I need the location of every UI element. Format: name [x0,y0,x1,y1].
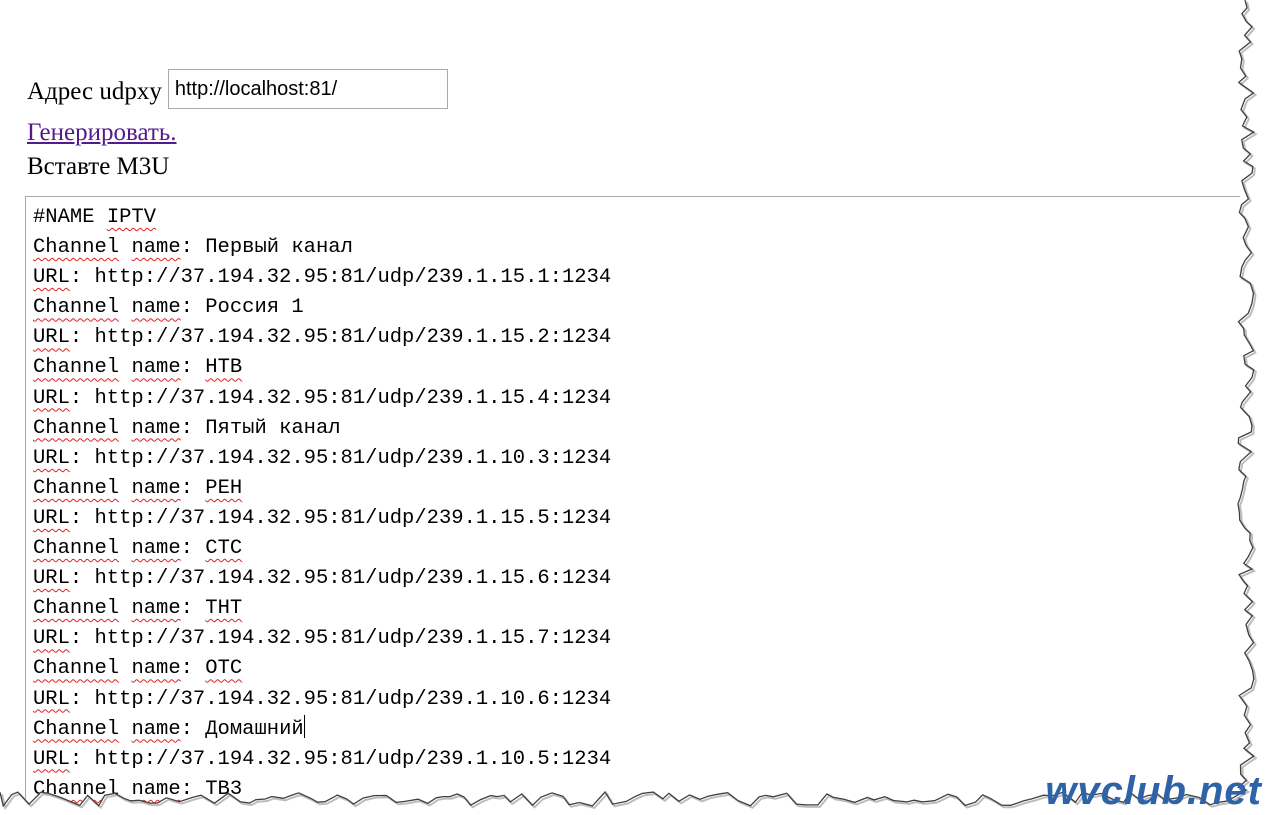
misspelled-word: name [131,657,181,681]
misspelled-word: URL [33,266,70,290]
m3u-text: : http://37.194.32.95:81/udp/239.1.15.6:… [69,567,612,591]
m3u-text: : [180,476,206,500]
m3u-text [95,206,107,229]
m3u-text: : [180,597,206,621]
m3u-line: #NAME IPTV [33,203,1240,233]
m3u-text: : Россия 1 [180,296,304,320]
misspelled-word: name [131,296,181,320]
misspelled-word: Channel [33,717,120,741]
m3u-text [119,657,131,680]
misspelled-word: URL [33,747,70,771]
m3u-text: : [180,356,206,380]
misspelled-word: Channel [33,236,120,260]
misspelled-word: Channel [33,597,120,621]
m3u-text [119,417,131,440]
m3u-text: : Первый канал [180,236,353,260]
misspelled-word: name [131,356,181,380]
m3u-line: URL: http://37.194.32.95:81/udp/239.1.15… [33,504,1240,534]
m3u-text [119,477,131,500]
misspelled-word: name [131,597,181,621]
misspelled-word: Channel [33,657,120,681]
misspelled-word: Channel [33,296,120,320]
m3u-line: Channel name: Домашний [33,714,1240,745]
misspelled-word: URL [33,446,70,470]
m3u-text [119,718,131,741]
misspelled-word: Channel [33,777,120,801]
misspelled-word: ОТС [205,657,243,681]
m3u-text: : http://37.194.32.95:81/udp/239.1.15.4:… [69,386,612,410]
misspelled-word: name [131,537,181,561]
misspelled-word: name [131,777,181,801]
m3u-text: : Пятый канал [180,416,341,440]
misspelled-word: name [131,476,181,500]
m3u-text [119,296,131,319]
m3u-line: Channel name: СТС [33,534,1240,564]
misspelled-word: Channel [33,356,120,380]
address-row: Адрес udpxy [27,66,448,112]
m3u-line: Channel name: Первый канал [33,233,1240,263]
misspelled-word: Channel [33,537,120,561]
m3u-text: #NAME [33,206,95,229]
misspelled-word: URL [33,627,70,651]
misspelled-word: name [131,416,181,440]
misspelled-word: URL [33,326,70,350]
m3u-line: URL: http://37.194.32.95:81/udp/239.1.15… [33,384,1240,414]
misspelled-word: ТНТ [205,597,243,621]
m3u-text: : http://37.194.32.95:81/udp/239.1.15.7:… [69,627,612,651]
m3u-text: : http://37.194.32.95:81/udp/239.1.15.1:… [69,266,612,290]
m3u-text: : [180,537,206,561]
misspelled-word: СТС [205,537,243,561]
udpxy-form: Адрес udpxy Генерировать. Вставте M3U [27,66,448,182]
misspelled-word: IPTV [106,206,157,229]
m3u-text: : Домашний [180,717,304,741]
misspelled-word: URL [33,567,70,591]
m3u-text: : http://37.194.32.95:81/udp/239.1.10.5:… [69,747,612,771]
m3u-line: URL: http://37.194.32.95:81/udp/239.1.10… [33,685,1240,715]
m3u-text: : http://37.194.32.95:81/udp/239.1.10.3:… [69,446,612,470]
m3u-text [119,236,131,259]
m3u-line: URL: http://37.194.32.95:81/udp/239.1.15… [33,624,1240,654]
generate-link[interactable]: Генерировать. [27,118,448,148]
m3u-text [119,778,131,801]
misspelled-word: РЕН [205,476,243,500]
m3u-text [119,597,131,620]
m3u-text: : http://37.194.32.95:81/udp/239.1.10.6:… [69,687,612,711]
m3u-line: URL: http://37.194.32.95:81/udp/239.1.15… [33,263,1240,293]
m3u-line: Channel name: Пятый канал [33,414,1240,444]
m3u-line: Channel name: НТВ [33,353,1240,383]
m3u-text: : http://37.194.32.95:81/udp/239.1.15.2:… [69,326,612,350]
misspelled-word: URL [33,506,70,530]
misspelled-word: Channel [33,476,120,500]
misspelled-word: name [131,236,181,260]
m3u-text: : ТВ3 [180,777,243,801]
m3u-text [119,356,131,379]
m3u-text [119,537,131,560]
m3u-text: : [180,657,206,681]
m3u-line: URL: http://37.194.32.95:81/udp/239.1.15… [33,564,1240,594]
m3u-line: Channel name: ТНТ [33,594,1240,624]
m3u-line: Channel name: Россия 1 [33,293,1240,323]
misspelled-word: URL [33,386,70,410]
m3u-textarea[interactable]: #NAME IPTV Channel name: Первый канал URL:… [25,196,1240,815]
text-caret [303,714,305,738]
misspelled-word: НТВ [205,356,243,380]
misspelled-word: name [131,717,181,741]
m3u-line: Channel name: ОТС [33,654,1240,684]
udpxy-address-input[interactable] [167,69,448,109]
address-label: Адрес udpxy [27,78,162,105]
m3u-line: Channel name: РЕН [33,474,1240,504]
misspelled-word: Channel [33,416,120,440]
misspelled-word: URL [33,687,70,711]
watermark-logo: wvclub.net [1045,769,1262,813]
m3u-line: URL: http://37.194.32.95:81/udp/239.1.15… [33,323,1240,353]
m3u-text: : http://37.194.32.95:81/udp/239.1.15.5:… [69,506,612,530]
m3u-label: Вставте M3U [27,153,170,180]
m3u-line: URL: http://37.194.32.95:81/udp/239.1.10… [33,444,1240,474]
page: Адрес udpxy Генерировать. Вставте M3U #N… [0,0,1266,815]
